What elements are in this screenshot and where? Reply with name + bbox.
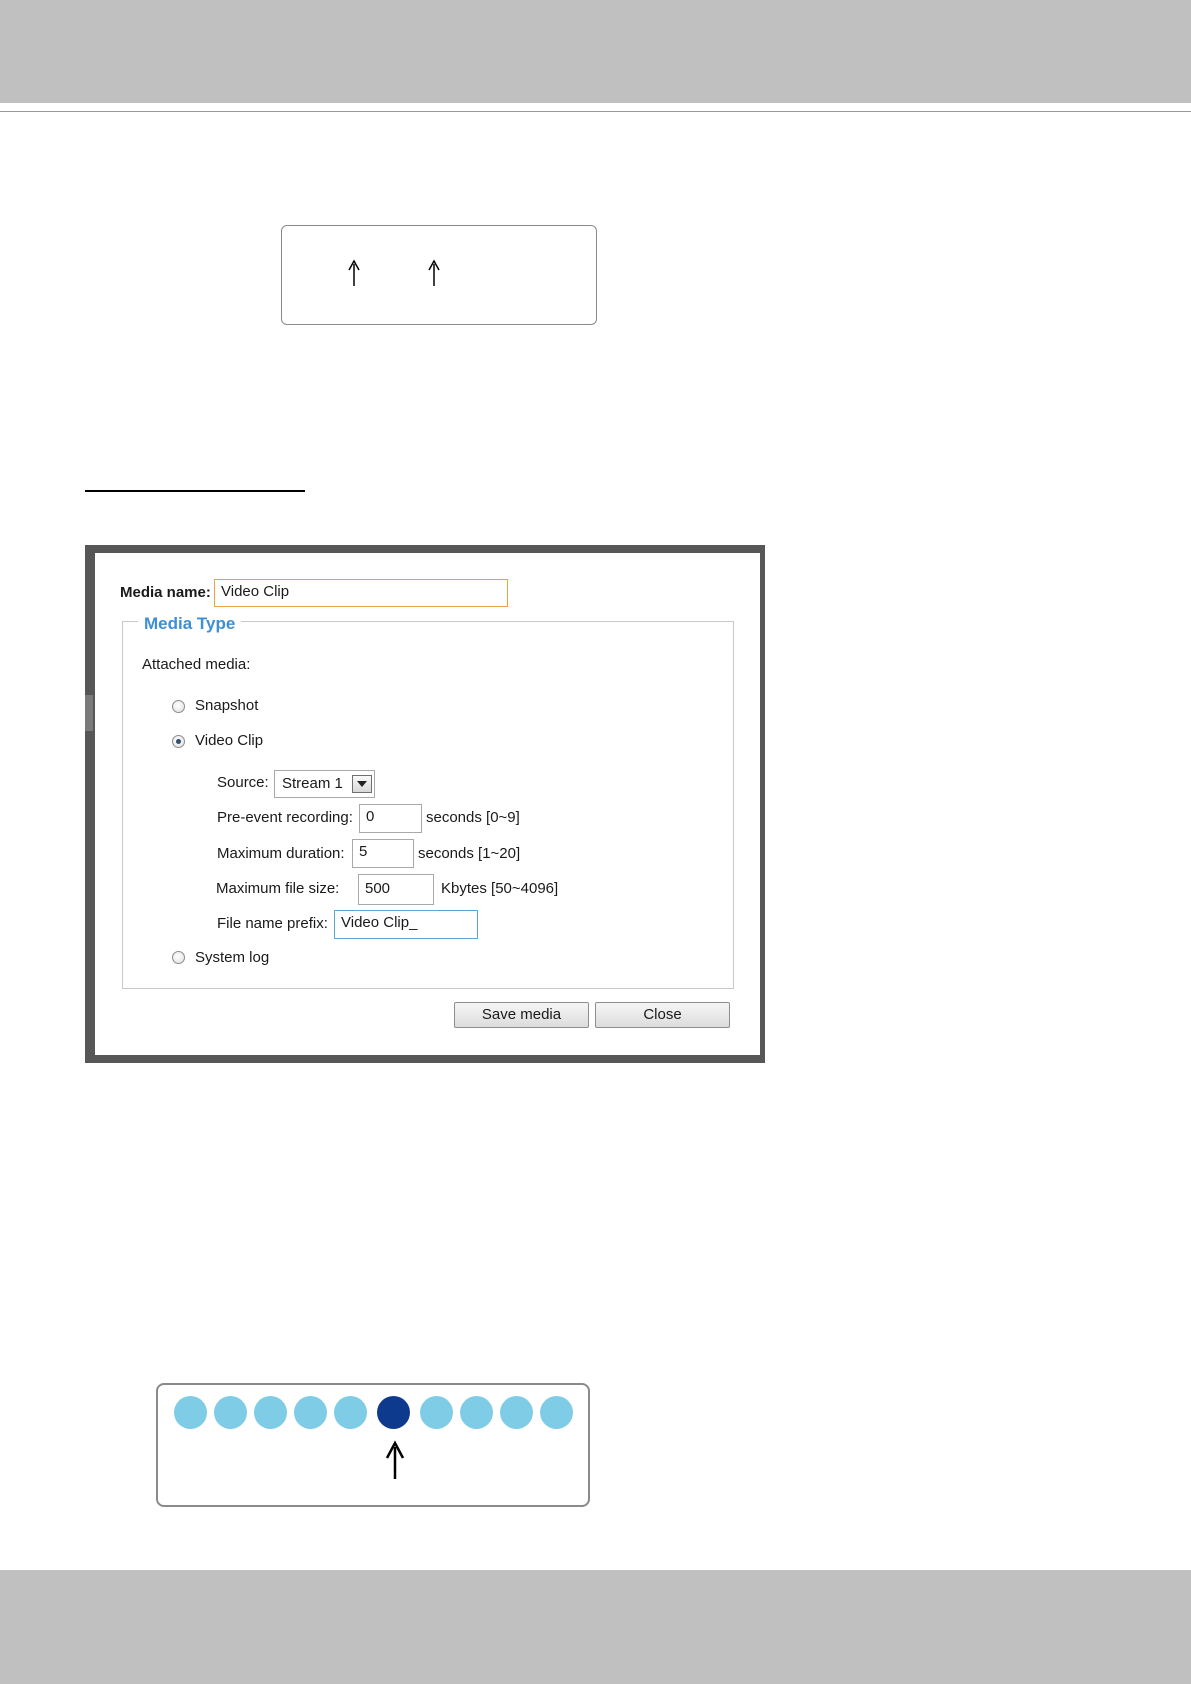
snapshot-radio[interactable] [172, 700, 185, 713]
indicator-dot [254, 1396, 287, 1429]
file-prefix-input[interactable]: Video Clip_ [334, 910, 478, 939]
header-rule [0, 111, 1191, 112]
indicator-dot-active [377, 1396, 410, 1429]
max-duration-input[interactable]: 5 [352, 839, 414, 868]
pre-event-input[interactable]: 0 [359, 804, 422, 833]
media-name-label: Media name: [120, 584, 211, 601]
video-clip-radio[interactable] [172, 735, 185, 748]
max-file-size-input[interactable]: 500 [358, 874, 434, 905]
max-duration-unit: seconds [1~20] [418, 845, 521, 862]
indicator-dot [174, 1396, 207, 1429]
arrows-illustration [348, 259, 440, 286]
arrow-up-icon [348, 259, 360, 286]
indicator-dot [214, 1396, 247, 1429]
page-header-band [0, 0, 1191, 103]
arrow-up-icon [385, 1440, 405, 1479]
chevron-down-icon[interactable] [352, 775, 372, 793]
max-file-size-label: Maximum file size: [216, 880, 340, 897]
section-heading-underline [85, 490, 305, 492]
video-clip-label[interactable]: Video Clip [195, 732, 263, 749]
source-select-value: Stream 1 [282, 775, 343, 792]
page-footer-band [0, 1570, 1191, 1684]
save-media-button[interactable]: Save media [454, 1002, 589, 1028]
pre-event-unit: seconds [0~9] [426, 809, 520, 826]
indicator-dot [540, 1396, 573, 1429]
indicator-dot [334, 1396, 367, 1429]
close-button[interactable]: Close [595, 1002, 730, 1028]
attached-media-label: Attached media: [142, 656, 251, 673]
source-select[interactable]: Stream 1 [274, 770, 375, 798]
arrow-up-icon [428, 259, 440, 286]
indicator-dot [294, 1396, 327, 1429]
indicator-dot [420, 1396, 453, 1429]
max-duration-label: Maximum duration: [217, 845, 345, 862]
system-log-label[interactable]: System log [195, 949, 269, 966]
max-file-size-unit: Kbytes [50~4096] [441, 880, 559, 897]
media-name-input[interactable]: Video Clip [214, 579, 508, 607]
indicator-dot [500, 1396, 533, 1429]
file-prefix-label: File name prefix: [217, 915, 328, 932]
pre-event-label: Pre-event recording: [217, 809, 353, 826]
snapshot-label[interactable]: Snapshot [195, 697, 258, 714]
source-label: Source: [217, 774, 269, 791]
system-log-radio[interactable] [172, 951, 185, 964]
media-type-legend: Media Type [138, 614, 242, 634]
indicator-dot [460, 1396, 493, 1429]
frame-edge-mark [85, 695, 93, 731]
illustration-box-top [281, 225, 597, 325]
